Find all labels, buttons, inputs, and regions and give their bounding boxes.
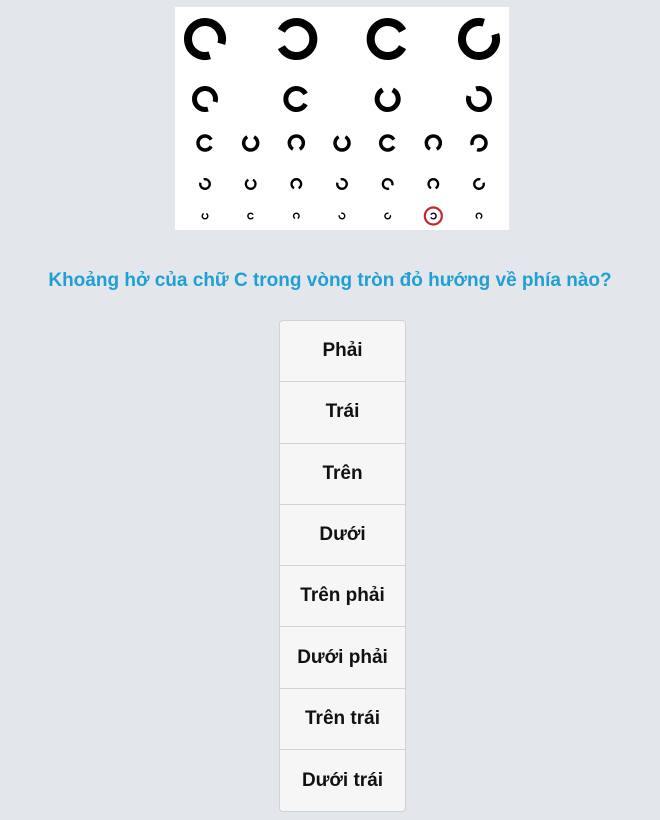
- answer-left-button[interactable]: Trái: [280, 382, 405, 444]
- landolt-c-down-icon: [292, 212, 300, 220]
- landolt-c-up-icon: [241, 135, 260, 152]
- landolt-c-right-icon: [283, 86, 308, 112]
- landolt-c-right-icon: [247, 212, 254, 220]
- landolt-c-right-icon: [196, 134, 213, 152]
- landolt-c-down-icon: [290, 178, 303, 190]
- landolt-c-down-right-icon: [381, 178, 394, 190]
- landolt-c-up-left-icon: [466, 86, 492, 112]
- landolt-c-down-icon: [475, 212, 483, 220]
- landolt-c-up-right-icon: [458, 18, 500, 60]
- landolt-c-up-icon: [333, 135, 351, 152]
- landolt-c-left-icon: [277, 18, 318, 60]
- landolt-c-right-icon: [366, 18, 407, 60]
- landolt-c-down-icon: [287, 134, 306, 151]
- landolt-c-down-right-icon: [184, 18, 226, 60]
- landolt-c-up-icon: [374, 87, 401, 112]
- question-text: Khoảng hở của chữ C trong vòng tròn đỏ h…: [48, 270, 612, 291]
- eye-chart: [175, 7, 509, 230]
- landolt-c-up-left-icon: [199, 178, 211, 190]
- landolt-c-chart: [184, 18, 500, 226]
- landolt-c-up-left-icon: [338, 212, 346, 220]
- answer-down-left-button[interactable]: Dưới trái: [280, 750, 405, 811]
- landolt-c-down-icon: [424, 134, 443, 151]
- landolt-c-up-icon: [244, 178, 257, 190]
- landolt-c-up-icon: [201, 212, 209, 220]
- answer-up-left-button[interactable]: Trên trái: [280, 689, 405, 751]
- red-highlight-circle: [423, 206, 443, 226]
- answer-down-right-button[interactable]: Dưới phải: [280, 627, 405, 689]
- landolt-c-down-icon: [427, 178, 440, 190]
- landolt-c-left-icon: [430, 212, 437, 220]
- answer-up-button[interactable]: Trên: [280, 444, 405, 505]
- answer-options: Phải Trái Trên Dưới Trên phải Dưới phải …: [279, 320, 406, 813]
- answer-up-right-button[interactable]: Trên phải: [280, 566, 405, 628]
- landolt-c-down-right-icon: [192, 86, 218, 112]
- landolt-c-right-icon: [379, 134, 396, 152]
- landolt-c-up-left-icon: [336, 178, 348, 190]
- landolt-c-up-right-icon: [384, 212, 392, 220]
- landolt-c-up-right-icon: [473, 178, 485, 190]
- answer-down-button[interactable]: Dưới: [280, 505, 405, 567]
- landolt-c-down-left-icon: [470, 134, 488, 152]
- answer-right-button[interactable]: Phải: [280, 321, 405, 383]
